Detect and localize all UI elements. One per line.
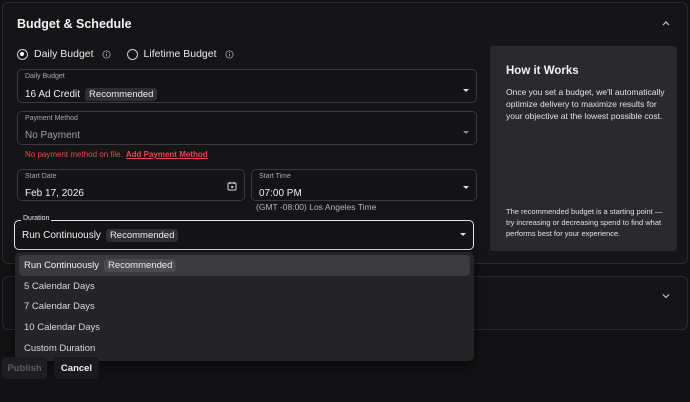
- start-time-field-label: Start Time: [259, 173, 291, 180]
- daily-budget-value: 16 Ad Credit Recommended: [25, 88, 158, 101]
- calendar-icon[interactable]: [227, 181, 237, 191]
- duration-option-custom[interactable]: Custom Duration: [19, 338, 470, 359]
- lifetime-budget-radio[interactable]: [126, 48, 138, 60]
- recommended-badge: Recommended: [85, 88, 158, 101]
- section-title: Budget & Schedule: [17, 17, 132, 31]
- info-icon[interactable]: [225, 49, 234, 59]
- daily-budget-field-label: Daily Budget: [25, 73, 65, 80]
- start-date-field-label: Start Date: [25, 173, 57, 180]
- recommended-badge: Recommended: [104, 258, 177, 272]
- recommended-badge: Recommended: [105, 229, 179, 242]
- cancel-button[interactable]: Cancel: [54, 357, 99, 379]
- how-it-works-title: How it Works: [506, 65, 579, 77]
- info-icon[interactable]: [102, 49, 111, 59]
- payment-method-field-label: Payment Method: [25, 115, 78, 122]
- duration-option-run-continuously[interactable]: Run Continuously Recommended: [19, 255, 470, 276]
- duration-option-10-days[interactable]: 10 Calendar Days: [19, 317, 470, 338]
- chevron-down-icon[interactable]: [661, 292, 671, 300]
- daily-budget-label[interactable]: Daily Budget: [34, 48, 94, 60]
- duration-value: Run Continuously Recommended: [22, 229, 179, 242]
- duration-field-label: Duration: [21, 215, 52, 222]
- duration-option-5-days[interactable]: 5 Calendar Days: [19, 276, 470, 297]
- start-date-input[interactable]: Start Date Feb 17, 2026: [17, 169, 245, 201]
- how-it-works-panel: How it Works Once you set a budget, we'l…: [490, 46, 677, 251]
- caret-down-icon: [460, 233, 466, 236]
- payment-method-select[interactable]: Payment Method No Payment: [17, 111, 477, 145]
- payment-error-message: No payment method on file. Add Payment Me…: [25, 150, 208, 159]
- caret-down-icon: [463, 186, 469, 189]
- start-time-value: 07:00 PM: [259, 188, 302, 199]
- duration-option-7-days[interactable]: 7 Calendar Days: [19, 296, 470, 317]
- daily-budget-select[interactable]: Daily Budget 16 Ad Credit Recommended: [17, 69, 477, 103]
- payment-method-value: No Payment: [25, 130, 81, 141]
- start-date-value: Feb 17, 2026: [25, 188, 84, 199]
- duration-select[interactable]: Duration Run Continuously Recommended: [14, 215, 474, 250]
- chevron-up-icon[interactable]: [661, 19, 671, 27]
- add-payment-method-link[interactable]: Add Payment Method: [126, 150, 208, 159]
- daily-budget-radio[interactable]: [17, 48, 28, 60]
- duration-dropdown-menu: Run Continuously Recommended 5 Calendar …: [15, 252, 474, 361]
- caret-down-icon: [463, 131, 469, 134]
- lifetime-budget-label[interactable]: Lifetime Budget: [144, 48, 217, 60]
- timezone-label: (GMT -08:00) Los Angeles Time: [256, 202, 377, 212]
- caret-down-icon: [463, 89, 469, 92]
- how-it-works-footer: The recommended budget is a starting poi…: [506, 207, 663, 238]
- budget-type-radio-group: Daily Budget Lifetime Budget: [17, 48, 244, 60]
- publish-button[interactable]: Publish: [2, 357, 47, 379]
- start-time-select[interactable]: Start Time 07:00 PM: [251, 169, 477, 201]
- how-it-works-body: Once you set a budget, we'll automatical…: [506, 87, 665, 121]
